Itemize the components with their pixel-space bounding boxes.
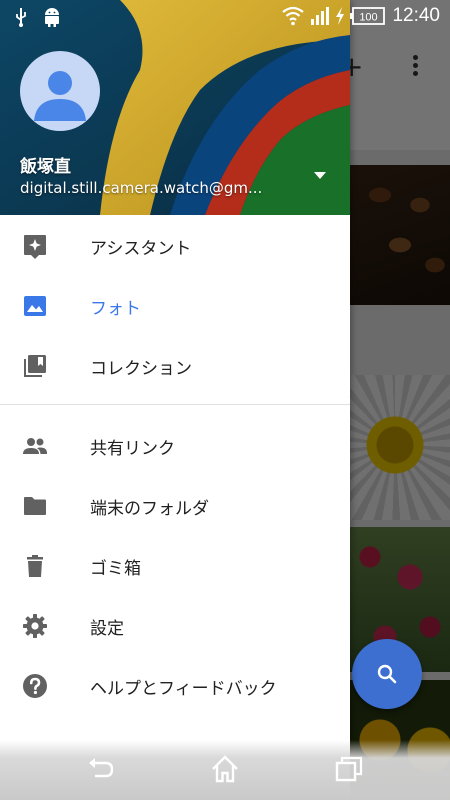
menu-item-shared-links[interactable]: 共有リンク	[0, 415, 350, 475]
trash-icon	[27, 555, 43, 577]
photo-icon	[24, 296, 46, 316]
menu-item-photos[interactable]: フォト	[0, 275, 350, 335]
status-bar: 100 12:40	[0, 0, 450, 32]
avatar[interactable]	[20, 51, 100, 131]
gear-icon	[23, 614, 47, 638]
people-icon	[23, 438, 47, 454]
menu-item-collections[interactable]: コレクション	[0, 335, 350, 395]
battery-icon: 100	[350, 7, 385, 25]
menu-item-trash[interactable]: ゴミ箱	[0, 535, 350, 595]
android-icon	[45, 8, 59, 27]
menu-item-label: 共有リンク	[90, 439, 175, 459]
system-navigation-bar	[0, 740, 450, 800]
menu-item-label: 設定	[90, 619, 124, 639]
folder-icon	[24, 497, 46, 515]
svg-text:100: 100	[359, 12, 377, 24]
menu-item-assistant[interactable]: アシスタント	[0, 215, 350, 275]
navigation-drawer: 飯塚直 digital.still.camera.watch@gm... アシス…	[0, 0, 350, 800]
menu-item-label: ヘルプとフィードバック	[90, 679, 277, 699]
charging-icon	[336, 7, 344, 25]
menu-item-device-folders[interactable]: 端末のフォルダ	[0, 475, 350, 535]
back-icon[interactable]	[86, 754, 116, 784]
assistant-icon	[24, 235, 46, 259]
menu-divider	[0, 404, 350, 405]
home-icon[interactable]	[210, 754, 240, 784]
menu-item-label: アシスタント	[90, 239, 192, 259]
menu-item-settings[interactable]: 設定	[0, 595, 350, 655]
search-fab	[352, 639, 422, 709]
search-icon	[377, 664, 397, 684]
account-email: digital.still.camera.watch@gm...	[20, 179, 263, 197]
menu-item-help[interactable]: ヘルプとフィードバック	[0, 655, 350, 715]
chevron-down-icon[interactable]	[313, 170, 327, 180]
menu-item-label: ゴミ箱	[90, 559, 141, 579]
menu-item-label: 端末のフォルダ	[90, 499, 209, 519]
clock: 12:40	[392, 5, 440, 26]
usb-icon	[16, 8, 26, 27]
account-name: 飯塚直	[20, 157, 71, 177]
collections-icon	[24, 355, 46, 377]
recent-apps-icon[interactable]	[334, 754, 364, 784]
signal-icon	[311, 7, 329, 25]
account-header: 飯塚直 digital.still.camera.watch@gm...	[0, 0, 350, 215]
menu-item-label: フォト	[90, 299, 141, 319]
menu-item-label: コレクション	[90, 359, 192, 379]
help-icon	[23, 674, 47, 698]
wifi-icon	[282, 6, 304, 26]
person-icon	[34, 71, 86, 121]
